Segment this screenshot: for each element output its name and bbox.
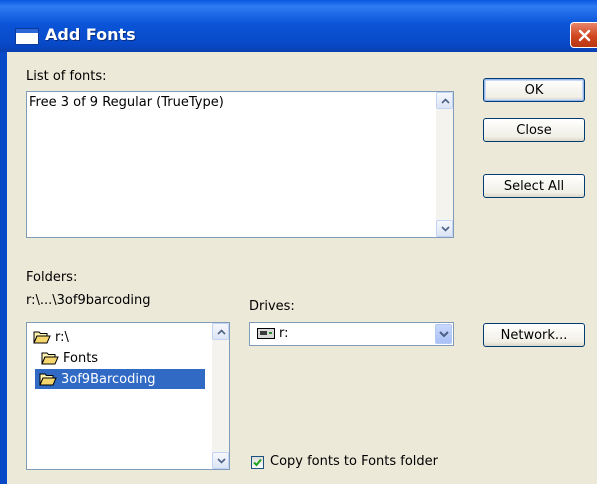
folder-item-3of9barcoding[interactable]: 3of9Barcoding [35,369,205,389]
drives-combobox[interactable]: r: [249,322,454,346]
open-folder-icon [41,352,59,365]
title-bar[interactable]: Add Fonts [0,0,597,52]
chevron-down-icon [217,458,226,464]
folder-name: Fonts [63,350,99,366]
folder-item-fonts[interactable]: Fonts [41,348,98,368]
fonts-listbox[interactable]: Free 3 of 9 Regular (TrueType) [26,91,454,238]
ok-button[interactable]: OK [483,78,585,102]
folder-item-root[interactable]: r:\ [33,327,69,347]
folders-label: Folders: [26,270,78,285]
close-icon [578,29,591,42]
chevron-down-icon [439,331,449,338]
scroll-down-button[interactable] [212,452,229,469]
folders-list-scrollbar[interactable] [212,323,229,469]
folders-listbox[interactable]: r:\ Fonts 3of9Barcoding [26,322,230,470]
drives-label: Drives: [249,299,295,314]
chevron-up-icon [441,98,450,104]
open-folder-icon [33,331,51,344]
open-folder-icon [39,373,57,386]
scroll-up-button[interactable] [212,323,229,340]
chevron-down-icon [441,226,450,232]
scroll-up-button[interactable] [436,92,453,109]
window-icon [15,28,39,45]
network-button[interactable]: Network... [483,323,585,347]
font-list-item[interactable]: Free 3 of 9 Regular (TrueType) [29,95,224,110]
network-drive-icon [257,328,275,339]
selected-drive: r: [279,326,289,341]
folder-name: r:\ [55,329,69,345]
close-button[interactable]: Close [483,118,585,142]
window-title: Add Fonts [45,25,136,44]
drives-dropdown-button[interactable] [435,324,452,344]
window-frame-left [0,52,7,484]
checkmark-icon [253,458,262,467]
scroll-down-button[interactable] [436,220,453,237]
select-all-button[interactable]: Select All [483,174,585,198]
copy-fonts-checkbox[interactable] [251,456,264,469]
fonts-list-label: List of fonts: [26,69,107,84]
fonts-list-scrollbar[interactable] [436,92,453,237]
chevron-up-icon [217,329,226,335]
close-window-button[interactable] [570,22,597,48]
current-folder-path: r:\...\3of9barcoding [26,293,151,308]
folder-name: 3of9Barcoding [61,371,156,387]
copy-fonts-label[interactable]: Copy fonts to Fonts folder [270,454,438,469]
